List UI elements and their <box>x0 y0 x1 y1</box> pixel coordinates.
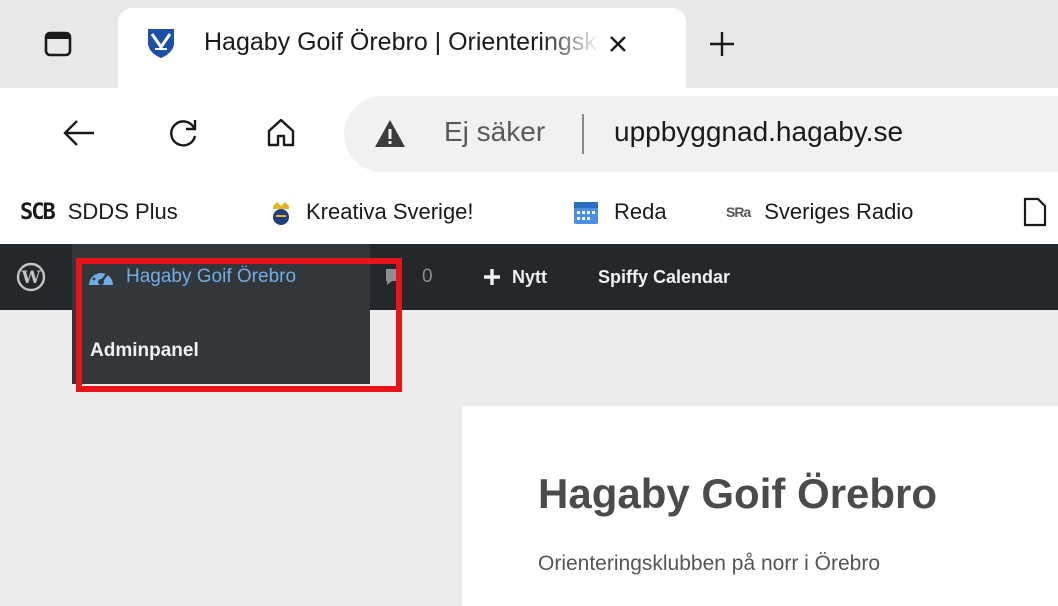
bookmark-page[interactable] <box>1022 192 1058 232</box>
tab-close-button[interactable] <box>598 24 638 64</box>
bookmarks-bar: SCB SDDS Plus Kreativa Sverige! Reda SRa… <box>0 180 1058 244</box>
site-header-card: Hagaby Goif Örebro Orienteringsklubben p… <box>462 406 1058 606</box>
svg-text:W: W <box>20 268 41 288</box>
close-icon <box>610 36 626 52</box>
scb-logo-icon: SCB <box>20 199 56 225</box>
highlight-annotation-box <box>76 258 402 392</box>
sveriges-radio-logo-icon: SRa <box>726 204 751 220</box>
club-shield-icon <box>144 26 178 60</box>
page-icon <box>1022 197 1048 227</box>
tab-actions-button[interactable] <box>36 22 80 66</box>
security-status[interactable]: Ej säker <box>444 116 545 148</box>
tab-title: Hagaby Goif Örebro | Orienteringsklubben… <box>204 28 600 56</box>
wordpress-logo-icon: W <box>16 262 46 292</box>
spiffy-calendar-label: Spiffy Calendar <box>598 266 731 287</box>
home-button[interactable] <box>256 108 306 158</box>
plus-icon <box>484 269 500 285</box>
calendar-icon <box>572 198 600 226</box>
home-icon <box>267 118 295 147</box>
reload-icon <box>170 120 197 147</box>
address-separator <box>582 114 584 154</box>
bookmark-sveriges-radio[interactable]: SRa Sveriges Radio <box>726 192 913 232</box>
wp-logo-button[interactable]: W <box>16 244 46 310</box>
bookmark-label: Kreativa Sverige! <box>306 199 474 224</box>
crown-badge-icon <box>270 199 292 225</box>
bookmark-sdds-plus[interactable]: SCB SDDS Plus <box>20 192 178 232</box>
bookmark-kreativa-sverige[interactable]: Kreativa Sverige! <box>270 192 474 232</box>
browser-tab-strip: Hagaby Goif Örebro | Orienteringsklubben… <box>0 0 1058 88</box>
active-tab[interactable]: Hagaby Goif Örebro | Orienteringsklubben… <box>118 8 686 88</box>
reload-button[interactable] <box>158 108 208 158</box>
comments-count: 0 <box>422 266 433 287</box>
url-text[interactable]: uppbyggnad.hagaby.se <box>614 116 903 148</box>
bookmark-label: SDDS Plus <box>67 199 178 224</box>
bookmark-label: Sveriges Radio <box>764 199 914 224</box>
address-bar[interactable]: Ej säker uppbyggnad.hagaby.se <box>344 96 1058 172</box>
site-description: Orienteringsklubben på norr i Örebro <box>538 552 881 575</box>
back-arrow-icon <box>63 120 94 146</box>
warning-icon <box>375 120 405 147</box>
admin-bar-new[interactable]: Nytt <box>482 244 547 310</box>
admin-bar-spiffy-calendar[interactable]: Spiffy Calendar <box>598 244 730 310</box>
bookmark-label: Reda <box>614 199 667 224</box>
new-label: Nytt <box>512 266 547 287</box>
bookmark-reda[interactable]: Reda <box>572 192 667 232</box>
browser-toolbar: Ej säker uppbyggnad.hagaby.se <box>0 88 1058 180</box>
site-title[interactable]: Hagaby Goif Örebro <box>538 470 937 518</box>
tab-actions-icon <box>44 31 72 57</box>
back-button[interactable] <box>54 108 104 158</box>
plus-icon <box>710 32 734 56</box>
new-tab-button[interactable] <box>700 22 744 66</box>
